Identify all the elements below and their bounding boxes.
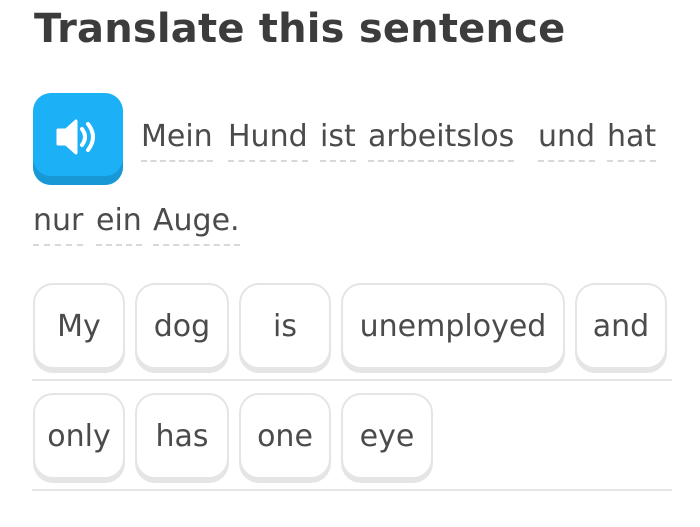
answer-tile-only[interactable]: only <box>33 393 125 479</box>
prompt-word[interactable]: hat <box>607 120 657 162</box>
prompt-word[interactable]: ein <box>96 204 142 246</box>
answer-line-2 <box>32 489 672 491</box>
answer-tile-eye[interactable]: eye <box>341 393 433 479</box>
answer-tile-is[interactable]: is <box>239 283 331 369</box>
prompt-word[interactable]: Auge. <box>153 204 240 246</box>
answer-line-1 <box>32 379 672 381</box>
answer-tile-unemployed[interactable]: unemployed <box>341 283 565 369</box>
play-audio-button[interactable] <box>33 93 123 185</box>
challenge-title: Translate this sentence <box>34 6 566 52</box>
answer-tile-and[interactable]: and <box>575 283 667 369</box>
answer-tile-has[interactable]: has <box>135 393 229 479</box>
prompt-word[interactable]: und <box>538 120 596 162</box>
prompt-word[interactable]: ist <box>320 120 356 162</box>
prompt-word[interactable]: Hund <box>228 120 308 162</box>
prompt-word[interactable]: nur <box>33 204 84 246</box>
answer-tile-my[interactable]: My <box>33 283 125 369</box>
prompt-word[interactable]: arbeitslos <box>368 120 515 162</box>
speaker-icon <box>56 119 95 155</box>
answer-tile-dog[interactable]: dog <box>135 283 229 369</box>
prompt-word[interactable]: Mein <box>141 120 213 162</box>
answer-tile-one[interactable]: one <box>239 393 331 479</box>
